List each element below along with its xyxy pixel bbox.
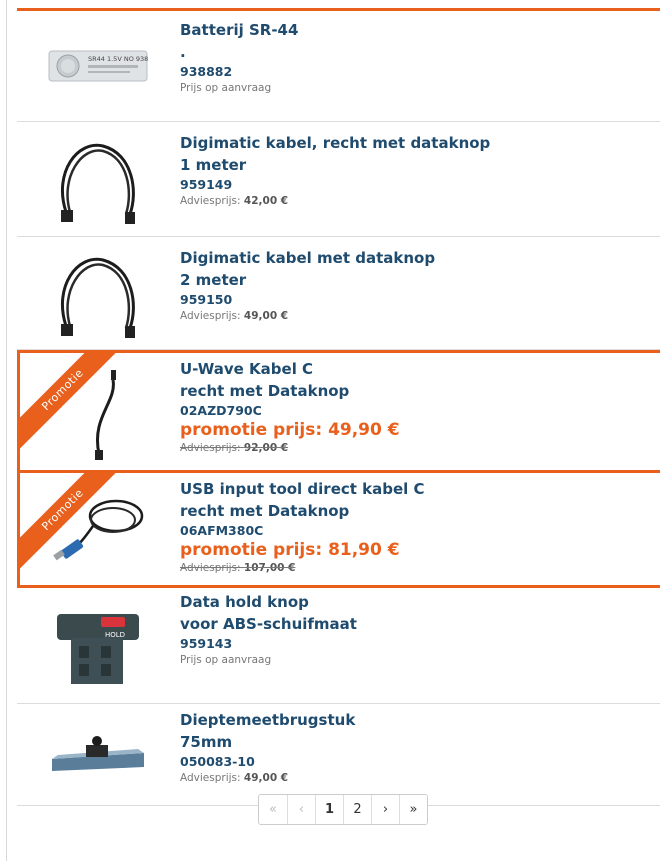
first-page-button[interactable]: « xyxy=(259,795,287,824)
product-code: 06AFM380C xyxy=(180,523,264,538)
cable-image[interactable] xyxy=(47,126,149,233)
product-item-uwave-cable[interactable]: Promotie U-Wave Kabel C recht met Datakn… xyxy=(17,350,660,470)
product-info: USB input tool direct kabel C recht met … xyxy=(180,478,654,575)
product-item-battery[interactable]: SR44 1.5V NO 938882 Mitutoyo Batterij SR… xyxy=(17,8,660,122)
product-info: Digimatic kabel, recht met dataknop 1 me… xyxy=(180,132,654,209)
price-value: 49,00 € xyxy=(243,772,289,784)
next-page-button[interactable]: › xyxy=(371,795,399,824)
product-item-data-hold[interactable]: HOLD Data hold knop voor ABS-schuifmaat … xyxy=(17,588,660,704)
product-info: U-Wave Kabel C recht met Dataknop 02AZD7… xyxy=(180,358,654,455)
old-price-label: Adviesprijs: xyxy=(180,562,241,574)
product-subtitle[interactable]: 2 meter xyxy=(180,269,654,291)
product-title[interactable]: Data hold knop xyxy=(180,591,654,613)
previous-page-button[interactable]: ‹ xyxy=(287,795,315,824)
page-2-button[interactable]: 2 xyxy=(343,795,371,824)
battery-label-text: SR44 1.5V NO 938882 Mitutoyo xyxy=(88,55,148,63)
product-code: 050083-10 xyxy=(180,754,255,769)
price-label: Adviesprijs: xyxy=(180,195,241,207)
product-title[interactable]: USB input tool direct kabel C xyxy=(180,478,654,500)
promotion-price: promotie prijs: 81,90 € xyxy=(180,540,400,560)
product-subtitle[interactable]: . xyxy=(180,41,654,63)
depth-base-image[interactable] xyxy=(47,706,149,802)
hold-button-image[interactable]: HOLD xyxy=(47,590,149,700)
product-title[interactable]: Dieptemeetbrugstuk xyxy=(180,709,654,731)
old-price-value: 92,00 € xyxy=(243,442,289,454)
old-price: Adviesprijs: 107,00 € xyxy=(180,561,654,575)
product-item-usb-cable[interactable]: Promotie USB input tool direct kabel C r… xyxy=(17,470,660,588)
product-code: 959149 xyxy=(180,177,233,192)
price-line: Adviesprijs: 49,00 € xyxy=(180,770,654,786)
price-on-request: Prijs op aanvraag xyxy=(180,82,272,94)
product-code: 02AZD790C xyxy=(180,403,262,418)
hold-label-text: HOLD xyxy=(105,631,125,639)
product-list: SR44 1.5V NO 938882 Mitutoyo Batterij SR… xyxy=(17,8,660,806)
product-item-cable-1m[interactable]: Digimatic kabel, recht met dataknop 1 me… xyxy=(17,122,660,237)
old-price: Adviesprijs: 92,00 € xyxy=(180,441,654,455)
product-info: Digimatic kabel met dataknop 2 meter 959… xyxy=(180,247,654,324)
product-subtitle[interactable]: voor ABS-schuifmaat xyxy=(180,613,654,635)
cable-image[interactable] xyxy=(47,240,149,347)
product-code: 959143 xyxy=(180,636,233,651)
promotion-price: promotie prijs: 49,90 € xyxy=(180,420,400,440)
pagination: « ‹ 1 2 › » xyxy=(258,794,428,825)
product-item-cable-2m[interactable]: Digimatic kabel met dataknop 2 meter 959… xyxy=(17,237,660,350)
product-title[interactable]: Digimatic kabel, recht met dataknop xyxy=(180,132,654,154)
page-1-button[interactable]: 1 xyxy=(315,795,343,824)
price-line: Adviesprijs: 49,00 € xyxy=(180,308,654,324)
old-price-value: 107,00 € xyxy=(243,562,296,574)
price-line: Adviesprijs: 42,00 € xyxy=(180,193,654,209)
product-title[interactable]: U-Wave Kabel C xyxy=(180,358,654,380)
old-price-label: Adviesprijs: xyxy=(180,442,241,454)
product-title[interactable]: Digimatic kabel met dataknop xyxy=(180,247,654,269)
product-subtitle[interactable]: recht met Dataknop xyxy=(180,500,654,522)
price-on-request: Prijs op aanvraag xyxy=(180,654,272,666)
product-subtitle[interactable]: recht met Dataknop xyxy=(180,380,654,402)
last-page-button[interactable]: » xyxy=(399,795,427,824)
left-border xyxy=(6,0,7,861)
product-info: Batterij SR-44 . 938882 Prijs op aanvraa… xyxy=(180,19,654,96)
battery-image[interactable]: SR44 1.5V NO 938882 Mitutoyo xyxy=(47,11,149,121)
product-code: 938882 xyxy=(180,64,233,79)
product-item-depth-base[interactable]: Dieptemeetbrugstuk 75mm 050083-10 Advies… xyxy=(17,704,660,806)
product-info: Data hold knop voor ABS-schuifmaat 95914… xyxy=(180,591,654,668)
price-label: Adviesprijs: xyxy=(180,772,241,784)
price-value: 49,00 € xyxy=(243,310,289,322)
price-label: Adviesprijs: xyxy=(180,310,241,322)
product-subtitle[interactable]: 75mm xyxy=(180,731,654,753)
product-title[interactable]: Batterij SR-44 xyxy=(180,19,654,41)
product-code: 959150 xyxy=(180,292,233,307)
price-value: 42,00 € xyxy=(243,195,289,207)
product-info: Dieptemeetbrugstuk 75mm 050083-10 Advies… xyxy=(180,709,654,786)
product-subtitle[interactable]: 1 meter xyxy=(180,154,654,176)
